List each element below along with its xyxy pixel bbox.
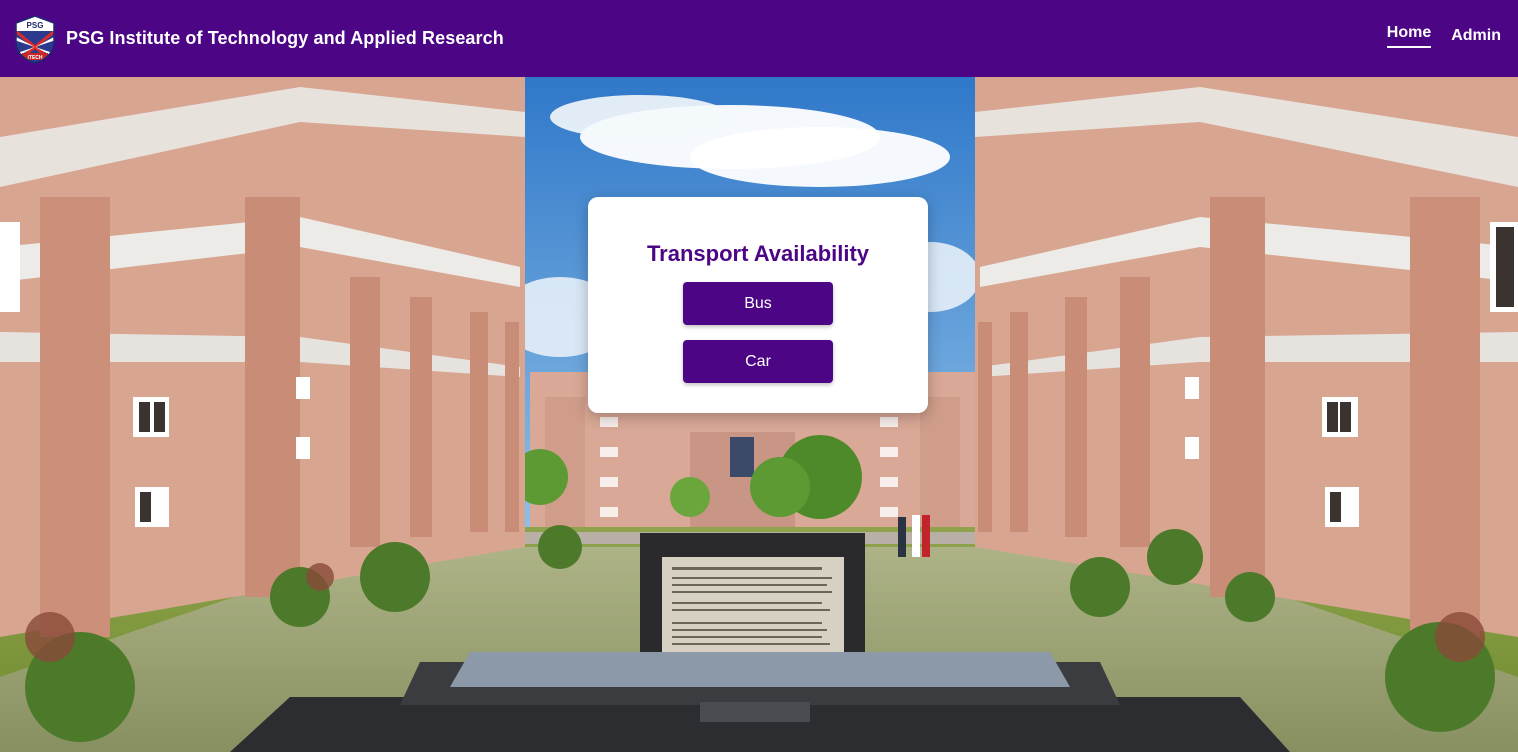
site-title: PSG Institute of Technology and Applied … (66, 28, 504, 48)
top-navbar: PSG iTECH PSG Institute of Technology an… (0, 0, 1518, 77)
main-nav: Home Admin (1386, 24, 1501, 51)
nav-admin-link[interactable]: Admin (1451, 27, 1501, 51)
card-title: Transport Availability (646, 241, 870, 266)
page: PSG iTECH PSG Institute of Technology an… (0, 0, 1518, 752)
campus-background-image (0, 77, 1518, 752)
psg-logo-icon: PSG iTECH (15, 14, 55, 64)
logo-subtext: iTECH (28, 55, 43, 61)
logo-text: PSG (27, 21, 44, 30)
transport-availability-card: Transport Availability Bus Car (588, 197, 928, 413)
brand[interactable]: PSG iTECH PSG Institute of Technology an… (14, 14, 504, 64)
nav-home-link[interactable]: Home (1386, 24, 1432, 48)
bus-button[interactable]: Bus (683, 282, 833, 325)
car-button[interactable]: Car (683, 340, 833, 383)
